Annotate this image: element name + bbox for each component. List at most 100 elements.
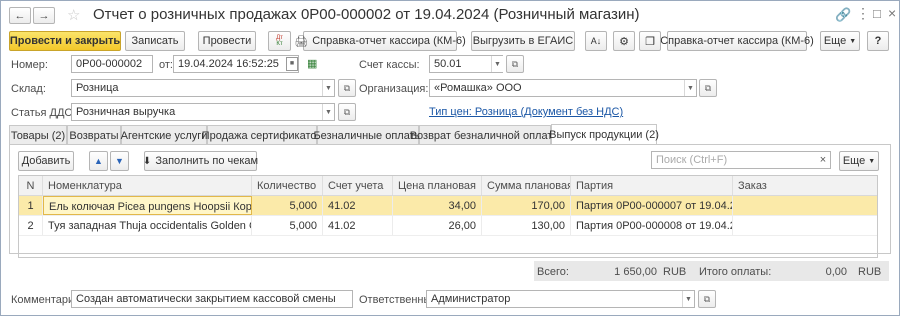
tab-cashless-return[interactable]: Возврат безналичной оплаты	[410, 125, 560, 145]
move-up-icon[interactable]: ▲	[89, 151, 108, 171]
clear-search-icon[interactable]: ×	[816, 152, 830, 168]
dt-kt-icon[interactable]: Дт Кт	[268, 31, 291, 51]
nomenclature-cell[interactable]: Туя западная Thuja occidentalis Golden G…	[43, 216, 252, 235]
forward-button[interactable]: →	[33, 7, 55, 24]
print-cashier-report-button[interactable]: 🖨 Справка-отчет кассира (КМ-6)	[294, 31, 466, 51]
favorite-star-icon[interactable]: ☆	[67, 6, 80, 24]
col-planned-price[interactable]: Цена плановая	[393, 176, 482, 195]
link-icon[interactable]: 🔗	[835, 7, 851, 23]
quantity-cell[interactable]: 5,000	[252, 216, 323, 235]
cash-account-dropdown-icon[interactable]: ▼	[491, 56, 503, 72]
number-field[interactable]: 0Р00-000002	[71, 55, 153, 73]
planned-price-cell[interactable]: 26,00	[393, 216, 482, 235]
number-label: Номер:	[11, 59, 48, 71]
panel-more-label: Еще	[842, 155, 866, 167]
batch-cell[interactable]: Партия 0Р00-000008 от 19.04.2024...	[571, 216, 733, 235]
col-batch[interactable]: Партия	[571, 176, 733, 195]
organization-dropdown-icon[interactable]: ▼	[684, 80, 696, 96]
dds-label: Статья ДДС:	[11, 107, 76, 119]
col-planned-sum[interactable]: Сумма плановая	[482, 176, 571, 195]
date-from-label: от:	[159, 59, 173, 71]
cash-account-label: Счет кассы:	[359, 59, 420, 71]
nomenclature-cell[interactable]: Ель колючая Picea pungens Hoopsii Корнев…	[43, 196, 252, 215]
tab-certificates[interactable]: Продажа сертификатов	[202, 125, 322, 145]
chevron-down-icon: ▼	[868, 157, 876, 165]
printer-icon: 🖨	[294, 35, 309, 48]
col-account[interactable]: Счет учета	[323, 176, 393, 195]
tab-goods[interactable]: Товары (2)	[9, 125, 67, 145]
col-nomenclature[interactable]: Номенклатура	[43, 176, 252, 195]
col-quantity[interactable]: Количество	[252, 176, 323, 195]
copy-document-icon[interactable]: ❐	[639, 31, 661, 51]
responsible-field[interactable]: Администратор	[426, 290, 695, 308]
page-title: Отчет о розничных продажах 0Р00-000002 о…	[93, 6, 640, 23]
row-number: 1	[19, 196, 43, 215]
warehouse-dropdown-icon[interactable]: ▼	[322, 80, 334, 96]
row-number: 2	[19, 216, 43, 235]
post-and-close-button[interactable]: Провести и закрыть	[9, 31, 121, 51]
payment-total-label: Итого оплаты:	[699, 266, 772, 278]
back-button[interactable]: ←	[9, 7, 31, 24]
batch-cell[interactable]: Партия 0Р00-000007 от 19.04.2024...	[571, 196, 733, 215]
comment-field[interactable]: Создан автоматически закрытием кассовой …	[71, 290, 353, 308]
fill-by-receipts-button[interactable]: ⬇ Заполнить по чекам	[143, 151, 258, 171]
cashier-report-km6-button[interactable]: Справка-отчет кассира (КМ-6)	[660, 31, 814, 51]
structure-icon[interactable]: ⚙	[613, 31, 635, 51]
order-cell[interactable]	[733, 216, 877, 235]
document-window: ← → ☆ Отчет о розничных продажах 0Р00-00…	[0, 0, 900, 316]
tab-agent-services[interactable]: Агентские услуги	[121, 125, 207, 145]
organization-open-icon[interactable]: ⧉	[699, 79, 717, 97]
col-order[interactable]: Заказ	[733, 176, 877, 195]
post-button[interactable]: Провести	[198, 31, 256, 51]
planned-sum-cell[interactable]: 170,00	[482, 196, 571, 215]
dds-dropdown-icon[interactable]: ▼	[322, 104, 334, 120]
table-header: N Номенклатура Количество Счет учета Цен…	[19, 176, 877, 196]
table-row[interactable]: 2 Туя западная Thuja occidentalis Golden…	[19, 216, 877, 236]
spellcheck-icon[interactable]: A↓	[585, 31, 607, 51]
warehouse-open-icon[interactable]: ⧉	[338, 79, 356, 97]
col-n[interactable]: N	[19, 176, 43, 195]
warehouse-label: Склад:	[11, 83, 46, 95]
close-icon[interactable]: ×	[888, 5, 896, 21]
upload-egais-button[interactable]: Выгрузить в ЕГАИС	[471, 31, 575, 51]
date-field[interactable]: 19.04.2024 16:52:25	[173, 55, 299, 73]
move-down-icon[interactable]: ▼	[110, 151, 129, 171]
account-cell[interactable]: 41.02	[323, 196, 393, 215]
arrow-right-icon: →	[38, 9, 50, 22]
calendar-check-icon[interactable]: ▦	[307, 57, 317, 70]
total-currency: RUB	[663, 266, 687, 278]
open-link-icon[interactable]: ⧉	[506, 55, 524, 73]
dds-field[interactable]: Розничная выручка	[71, 103, 335, 121]
add-button[interactable]: Добавить	[18, 151, 74, 171]
production-table: N Номенклатура Количество Счет учета Цен…	[18, 175, 878, 258]
print-cashier-report-label: Справка-отчет кассира (КМ-6)	[312, 35, 466, 47]
price-type-link[interactable]: Тип цен: Розница (Документ без НДС)	[429, 106, 623, 118]
quantity-cell[interactable]: 5,000	[252, 196, 323, 215]
total-value: 1 650,00	[614, 266, 657, 278]
menu-dots-icon[interactable]: ⋮	[856, 5, 870, 22]
responsible-dropdown-icon[interactable]: ▼	[682, 291, 694, 307]
payment-total-value: 0,00	[825, 266, 847, 278]
more-button[interactable]: Еще ▼	[820, 31, 860, 51]
more-label: Еще	[823, 35, 847, 47]
calendar-icon[interactable]: ■	[286, 57, 298, 71]
account-cell[interactable]: 41.02	[323, 216, 393, 235]
table-row[interactable]: 1 Ель колючая Picea pungens Hoopsii Корн…	[19, 196, 877, 216]
dds-open-icon[interactable]: ⧉	[338, 103, 356, 121]
save-button[interactable]: Записать	[125, 31, 185, 51]
tab-cashless-payments[interactable]: Безналичные оплаты	[313, 125, 423, 145]
organization-label: Организация:	[359, 83, 429, 95]
tab-returns[interactable]: Возвраты	[67, 125, 121, 145]
warehouse-field[interactable]: Розница	[71, 79, 335, 97]
help-button[interactable]: ?	[867, 31, 889, 51]
responsible-open-icon[interactable]: ⧉	[698, 290, 716, 308]
organization-field[interactable]: «Ромашка» ООО	[429, 79, 697, 97]
tab-production-output[interactable]: Выпуск продукции (2)	[549, 124, 659, 145]
total-label: Всего:	[537, 266, 569, 278]
search-input[interactable]: Поиск (Ctrl+F)	[651, 151, 831, 169]
panel-more-button[interactable]: Еще ▼	[839, 151, 879, 171]
planned-price-cell[interactable]: 34,00	[393, 196, 482, 215]
window-restore-icon[interactable]: □	[873, 6, 881, 21]
order-cell[interactable]	[733, 196, 877, 215]
planned-sum-cell[interactable]: 130,00	[482, 216, 571, 235]
